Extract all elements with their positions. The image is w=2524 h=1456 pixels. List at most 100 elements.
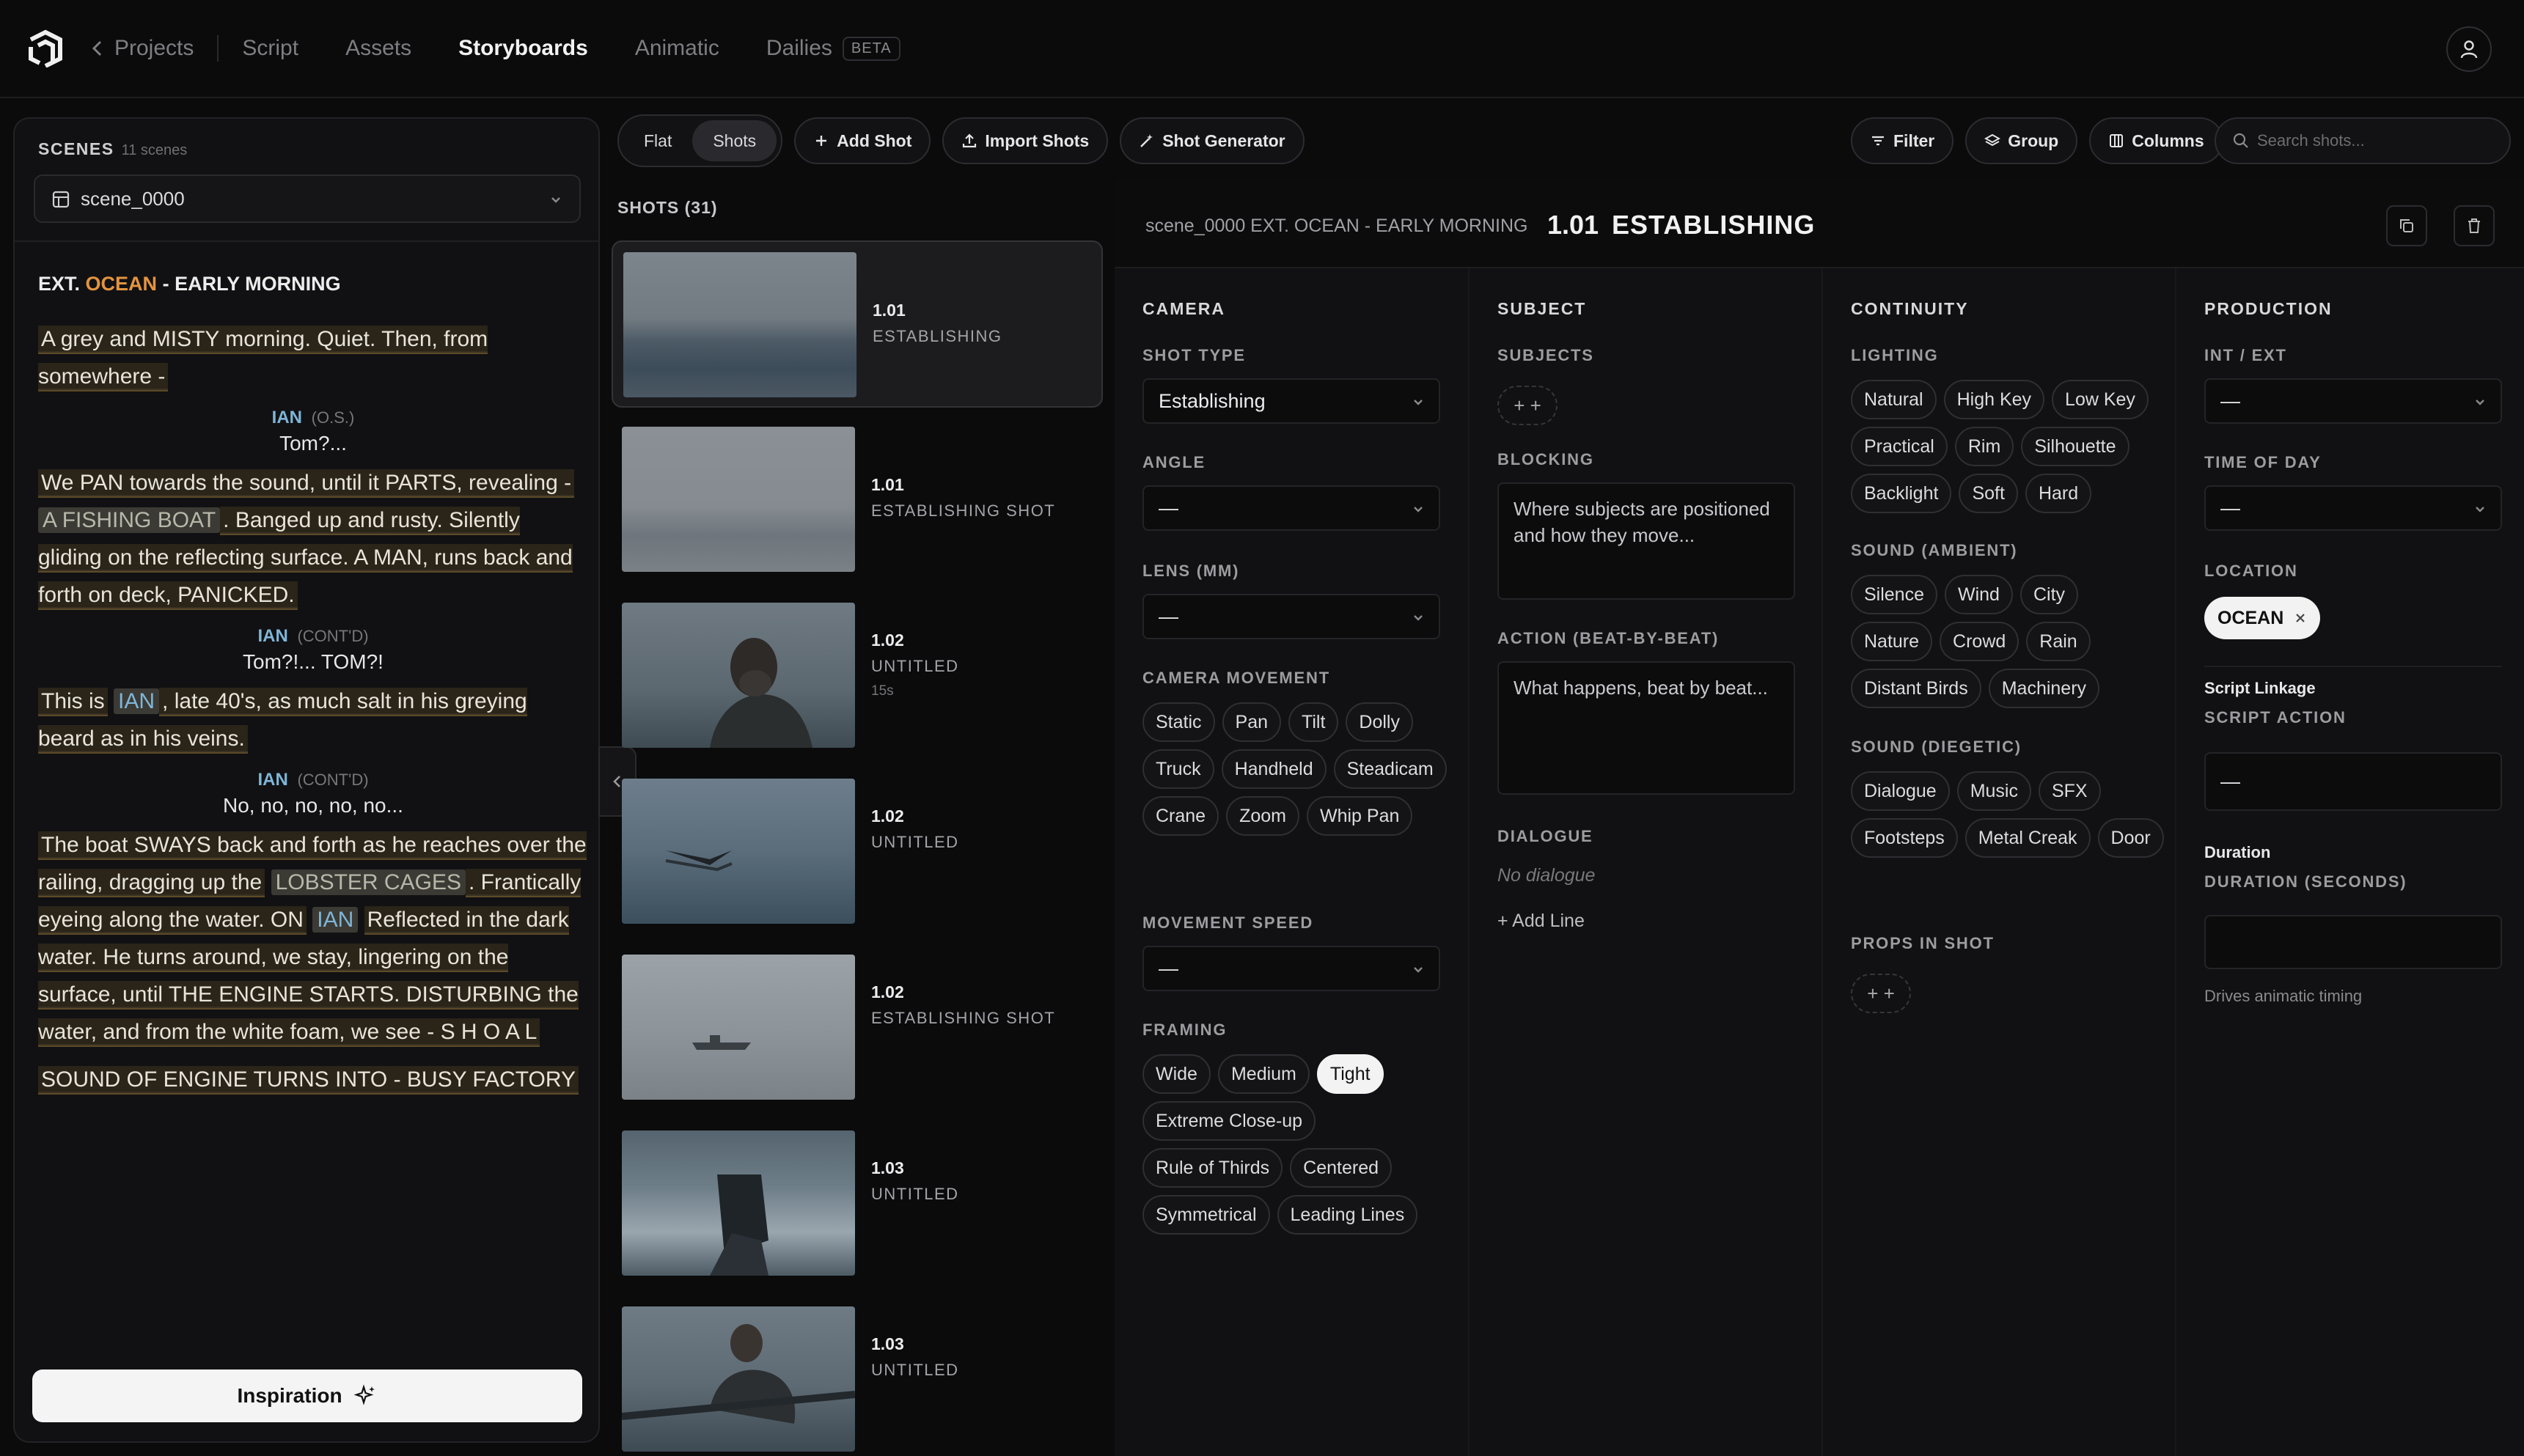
add-line-button[interactable]: + Add Line [1497, 911, 1585, 932]
entity-tag-ian[interactable]: IAN [312, 907, 359, 933]
chip-tight[interactable]: Tight [1316, 1054, 1384, 1094]
entity-tag-fishing-boat[interactable]: A FISHING BOAT [38, 507, 221, 533]
app-logo[interactable] [28, 29, 63, 68]
group-button[interactable]: Group [1965, 117, 2078, 164]
shot-card[interactable]: 1.03 UNTITLED [612, 1296, 1103, 1456]
chip-medium[interactable]: Medium [1217, 1054, 1310, 1094]
scene-select[interactable]: scene_0000 [34, 174, 581, 223]
chip-truck[interactable]: Truck [1142, 749, 1214, 789]
action-textarea[interactable]: What happens, beat by beat... [1497, 661, 1795, 795]
nav-tab-storyboards[interactable]: Storyboards [458, 36, 588, 61]
search-shots-input[interactable]: Search shots... [2215, 117, 2511, 164]
chip-tilt[interactable]: Tilt [1288, 702, 1339, 742]
chip-natural[interactable]: Natural [1851, 380, 1937, 419]
columns-button[interactable]: Columns [2089, 117, 2223, 164]
shot-generator-button[interactable]: Shot Generator [1120, 117, 1305, 164]
chip-city[interactable]: City [2019, 575, 2079, 614]
int-ext-select[interactable]: — [2204, 378, 2502, 424]
chip-practical[interactable]: Practical [1851, 427, 1948, 466]
location-tag[interactable]: OCEAN [2204, 597, 2321, 639]
lens-select[interactable]: — [1142, 594, 1440, 639]
chip-crowd[interactable]: Crowd [1940, 622, 2019, 661]
view-shots-toggle[interactable]: Shots [692, 120, 777, 161]
view-flat-toggle[interactable]: Flat [623, 120, 692, 161]
chip-dialogue[interactable]: Dialogue [1851, 771, 1950, 811]
chip-rain[interactable]: Rain [2026, 622, 2091, 661]
chip-hard[interactable]: Hard [2025, 474, 2092, 513]
shot-card[interactable]: 1.01 ESTABLISHING [612, 240, 1103, 408]
chip-nature[interactable]: Nature [1851, 622, 1933, 661]
chip-centered[interactable]: Centered [1290, 1148, 1393, 1188]
character-name[interactable]: IAN [272, 408, 302, 427]
action-paragraph[interactable]: SOUND OF ENGINE TURNS INTO - BUSY FACTOR… [38, 1061, 588, 1098]
nav-tab-animatic[interactable]: Animatic [635, 36, 719, 61]
chip-soft[interactable]: Soft [1959, 474, 2018, 513]
shot-card[interactable]: 1.01 ESTABLISHING SHOT [612, 416, 1103, 584]
chip-handheld[interactable]: Handheld [1221, 749, 1327, 789]
chip-wide[interactable]: Wide [1142, 1054, 1211, 1094]
chip-static[interactable]: Static [1142, 702, 1215, 742]
slug-location[interactable]: OCEAN [86, 273, 158, 295]
chip-leading-lines[interactable]: Leading Lines [1277, 1195, 1418, 1235]
chip-pan[interactable]: Pan [1222, 702, 1282, 742]
chip-crane[interactable]: Crane [1142, 796, 1219, 836]
shot-card[interactable]: 1.02 UNTITLED 15s [612, 592, 1103, 760]
action-paragraph[interactable]: The boat SWAYS back and forth as he reac… [38, 826, 588, 1051]
chip-steadicam[interactable]: Steadicam [1333, 749, 1447, 789]
nav-tab-script[interactable]: Script [242, 36, 298, 61]
angle-select[interactable]: — [1142, 485, 1440, 531]
add-subject-button[interactable]: + + [1497, 386, 1558, 425]
time-of-day-select[interactable]: — [2204, 485, 2502, 531]
inspiration-button[interactable]: Inspiration [32, 1369, 582, 1422]
chip-backlight[interactable]: Backlight [1851, 474, 1952, 513]
chip-sfx[interactable]: SFX [2038, 771, 2101, 811]
nav-tab-dailies[interactable]: Dailies BETA [766, 36, 900, 61]
chip-symmetrical[interactable]: Symmetrical [1142, 1195, 1270, 1235]
chip-metal-creak[interactable]: Metal Creak [1964, 818, 2091, 858]
dialogue-line[interactable]: No, no, no, no, no... [38, 793, 588, 819]
chip-rim[interactable]: Rim [1954, 427, 2014, 466]
action-paragraph[interactable]: A grey and MISTY morning. Quiet. Then, f… [38, 320, 588, 395]
script-action-field[interactable]: — [2204, 752, 2502, 811]
nav-projects-link[interactable]: Projects [89, 36, 194, 61]
add-prop-button[interactable]: + + [1851, 974, 1911, 1013]
chip-whip-pan[interactable]: Whip Pan [1307, 796, 1413, 836]
delete-shot-button[interactable] [2454, 205, 2495, 246]
action-paragraph[interactable]: This is IAN, late 40's, as much salt in … [38, 683, 588, 757]
filter-button[interactable]: Filter [1851, 117, 1954, 164]
chip-rule-of-thirds[interactable]: Rule of Thirds [1142, 1148, 1283, 1188]
dialogue-line[interactable]: Tom?... [38, 430, 588, 457]
action-paragraph[interactable]: We PAN towards the sound, until it PARTS… [38, 464, 588, 614]
chip-extreme-close-up[interactable]: Extreme Close-up [1142, 1101, 1316, 1141]
chip-high-key[interactable]: High Key [1943, 380, 2045, 419]
shot-title[interactable]: ESTABLISHING [1612, 210, 1815, 240]
dialogue-line[interactable]: Tom?!... TOM?! [38, 649, 588, 675]
movement-speed-select[interactable]: — [1142, 946, 1440, 991]
shot-card[interactable]: 1.02 UNTITLED [612, 768, 1103, 935]
user-avatar-button[interactable] [2446, 26, 2492, 72]
character-name[interactable]: IAN [257, 770, 287, 790]
chip-footsteps[interactable]: Footsteps [1851, 818, 1958, 858]
close-icon[interactable] [2294, 611, 2307, 625]
nav-tab-assets[interactable]: Assets [345, 36, 411, 61]
chip-dolly[interactable]: Dolly [1346, 702, 1413, 742]
add-shot-button[interactable]: Add Shot [794, 117, 931, 164]
chip-door[interactable]: Door [2097, 818, 2164, 858]
chip-wind[interactable]: Wind [1945, 575, 2013, 614]
chip-zoom[interactable]: Zoom [1226, 796, 1299, 836]
chip-distant-birds[interactable]: Distant Birds [1851, 669, 1981, 708]
shot-type-select[interactable]: Establishing [1142, 378, 1440, 424]
shot-card[interactable]: 1.03 UNTITLED [612, 1120, 1103, 1287]
duplicate-shot-button[interactable] [2386, 205, 2427, 246]
blocking-textarea[interactable]: Where subjects are positioned and how th… [1497, 482, 1795, 600]
entity-tag-ian[interactable]: IAN [114, 688, 160, 714]
chip-silhouette[interactable]: Silhouette [2021, 427, 2129, 466]
chip-music[interactable]: Music [1956, 771, 2031, 811]
shot-card[interactable]: 1.02 ESTABLISHING SHOT [612, 944, 1103, 1111]
entity-tag-lobster-cages[interactable]: LOBSTER CAGES [271, 869, 466, 895]
chip-silence[interactable]: Silence [1851, 575, 1937, 614]
character-name[interactable]: IAN [257, 626, 287, 646]
chip-machinery[interactable]: Machinery [1988, 669, 2100, 708]
chip-low-key[interactable]: Low Key [2052, 380, 2149, 419]
import-shots-button[interactable]: Import Shots [942, 117, 1109, 164]
